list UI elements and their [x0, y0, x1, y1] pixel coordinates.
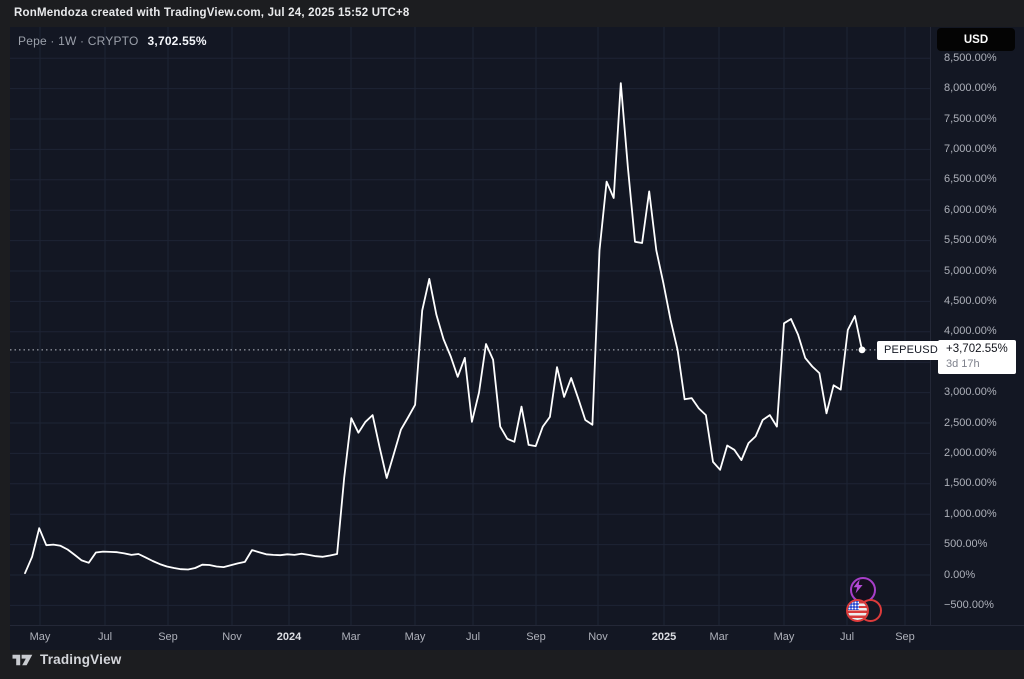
- x-axis-tick-label: Sep: [158, 631, 178, 643]
- x-axis-tick-label: Sep: [526, 631, 546, 643]
- y-axis-tick-label: 2,000.00%: [944, 447, 997, 459]
- flag-marker-icon[interactable]: [846, 599, 883, 622]
- us-flag-icon: [846, 599, 869, 622]
- x-axis-tick-label: Sep: [895, 631, 915, 643]
- price-line-symbol-label: PEPEUSD: [877, 341, 945, 360]
- symbol-legend[interactable]: Pepe · 1W · CRYPTO 3,702.55%: [18, 34, 207, 48]
- price-axis[interactable]: USD +3,702.55% 3d 17h 8,500.00% 8,000.00%…: [930, 27, 1024, 625]
- x-axis-tick-label: Mar: [342, 631, 361, 643]
- currency-toggle-button[interactable]: USD: [937, 28, 1015, 51]
- attribution-text: RonMendoza created with TradingView.com,…: [14, 0, 410, 27]
- lightning-bolt-icon: [852, 579, 864, 594]
- x-axis-tick-label: Mar: [710, 631, 729, 643]
- y-axis-tick-label: 4,000.00%: [944, 325, 997, 337]
- x-axis-tick-label: Jul: [840, 631, 854, 643]
- y-axis-tick-label: 8,500.00%: [944, 52, 997, 64]
- current-price-value: +3,702.55%: [946, 342, 1012, 357]
- flag-canton: [848, 601, 859, 610]
- y-axis-tick-label: 6,000.00%: [944, 204, 997, 216]
- percent-change-value: 3,702.55%: [148, 34, 207, 48]
- price-line-series: [25, 83, 862, 573]
- y-axis-tick-label: 7,500.00%: [944, 113, 997, 125]
- y-axis-tick-label: 5,000.00%: [944, 265, 997, 277]
- tradingview-logo-icon: [12, 652, 33, 667]
- x-axis-tick-label: May: [774, 631, 795, 643]
- y-axis-tick-label: 500.00%: [944, 538, 987, 550]
- y-axis-tick-label: 0.00%: [944, 569, 975, 581]
- x-axis-tick-label: May: [30, 631, 51, 643]
- x-axis-tick-label: 2024: [277, 631, 301, 643]
- y-axis-tick-label: 5,500.00%: [944, 234, 997, 246]
- x-axis-tick-label: 2025: [652, 631, 676, 643]
- tradingview-brand-text: TradingView: [40, 652, 121, 667]
- current-price-label: +3,702.55% 3d 17h: [938, 340, 1016, 374]
- x-axis-tick-label: Jul: [98, 631, 112, 643]
- x-axis-tick-label: May: [405, 631, 426, 643]
- price-chart-canvas[interactable]: [10, 27, 930, 625]
- y-axis-tick-label: −500.00%: [944, 599, 994, 611]
- x-axis-tick-label: Nov: [588, 631, 608, 643]
- tradingview-logo-link[interactable]: TradingView: [12, 652, 121, 667]
- x-axis-tick-label: Jul: [466, 631, 480, 643]
- y-axis-tick-label: 1,500.00%: [944, 477, 997, 489]
- y-axis-tick-label: 2,500.00%: [944, 417, 997, 429]
- time-axis[interactable]: May Jul Sep Nov 2024 Mar May Jul Sep Nov 2025 Mar Ma…: [10, 625, 1024, 650]
- x-axis-tick-label: Nov: [222, 631, 242, 643]
- last-price-dot: [859, 347, 866, 354]
- y-axis-tick-label: 1,000.00%: [944, 508, 997, 520]
- y-axis-tick-label: 6,500.00%: [944, 173, 997, 185]
- bar-countdown: 3d 17h: [946, 357, 1012, 371]
- y-axis-tick-label: 8,000.00%: [944, 82, 997, 94]
- chart-panel: Pepe · 1W · CRYPTO 3,702.55% PEPEUSD May J…: [10, 27, 1024, 650]
- chart-plot-area[interactable]: Pepe · 1W · CRYPTO3,702.55% PEPEUSD: [10, 27, 930, 625]
- y-axis-tick-label: 3,000.00%: [944, 386, 997, 398]
- y-axis-tick-label: 7,000.00%: [944, 143, 997, 155]
- y-axis-tick-label: 4,500.00%: [944, 295, 997, 307]
- symbol-description: Pepe · 1W · CRYPTO: [18, 34, 139, 48]
